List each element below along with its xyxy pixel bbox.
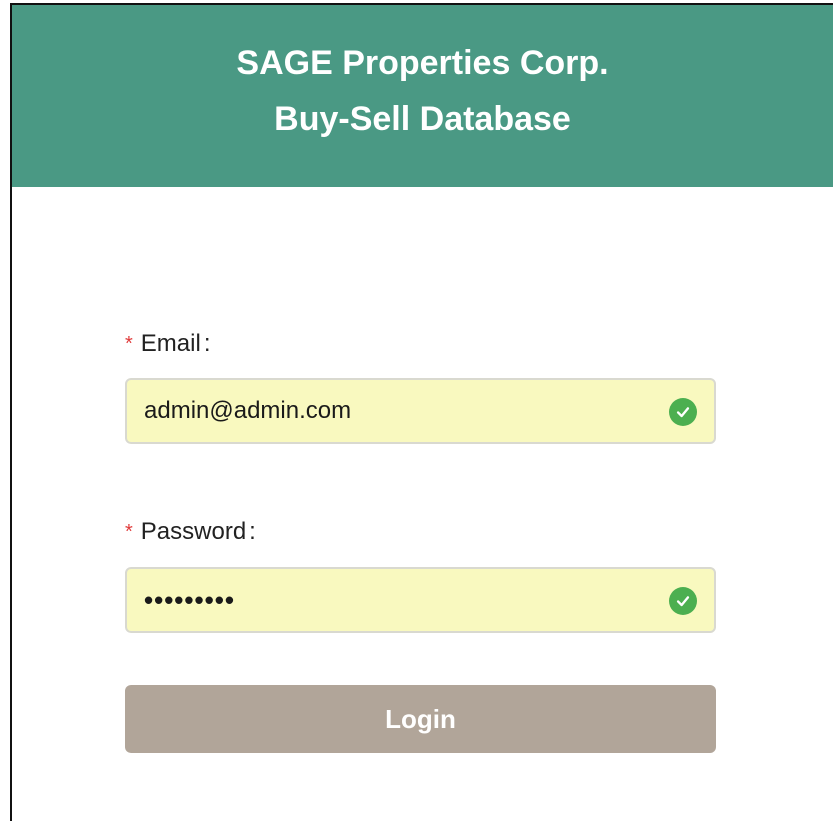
header-title-line1: SAGE Properties Corp. [236, 44, 609, 82]
password-required-marker: * [125, 521, 133, 543]
password-field[interactable] [127, 569, 664, 631]
header-title-line2: Buy-Sell Database [274, 100, 571, 138]
email-field-wrapper [125, 378, 716, 444]
email-required-marker: * [125, 333, 133, 355]
login-button[interactable]: Login [125, 685, 716, 753]
email-field[interactable] [127, 380, 664, 442]
password-label-text: Password [140, 518, 247, 545]
password-field-wrapper [125, 567, 716, 633]
password-label-colon: : [249, 518, 256, 545]
check-circle-icon [669, 587, 697, 615]
check-circle-icon [669, 398, 697, 426]
email-label: * Email: [125, 329, 210, 359]
email-label-colon: : [203, 330, 211, 357]
email-label-text: Email [140, 330, 201, 357]
app-header: SAGE Properties Corp. Buy-Sell Database [12, 5, 833, 187]
login-panel: SAGE Properties Corp. Buy-Sell Database … [10, 3, 833, 821]
password-label: * Password: [125, 517, 256, 547]
